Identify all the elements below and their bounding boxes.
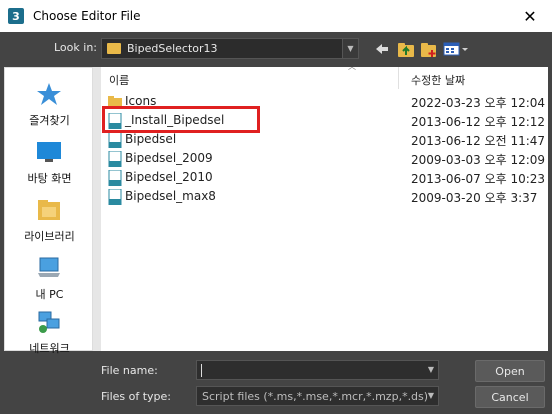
file-name: Bipedsel_2010 [125,170,213,184]
up-folder-icon [398,42,414,57]
file-name: Bipedsel [125,132,177,146]
place-this-pc[interactable]: 내 PC [5,250,94,306]
chevron-down-icon[interactable]: ▼ [428,365,434,374]
mcr-script-icon [108,151,122,167]
look-in-label: Look in: [54,41,97,54]
mcr-script-icon [108,170,122,186]
new-folder-button[interactable] [420,40,438,58]
file-date: 2013-06-12 오전 11:47 [411,134,546,148]
place-label: 즐겨찾기 [29,114,70,127]
place-label: 네트워크 [29,342,70,355]
back-arrow-icon [376,44,388,54]
column-header-date[interactable]: 수정한 날짜 [411,72,465,88]
files-of-type-label: Files of type: [101,390,172,403]
file-name: Bipedsel_max8 [125,189,216,203]
list-item[interactable]: Bipedsel_2010 2013-06-07 오후 10:23 [101,168,548,187]
up-folder-button[interactable] [397,40,415,58]
file-name-field[interactable]: ▼ [196,360,439,380]
title-bar: 3 Choose Editor File ✕ [0,0,552,32]
text-caret [201,363,202,377]
file-date: 2013-06-12 오후 12:12 [411,115,546,129]
place-label: 바탕 화면 [27,172,72,185]
app-icon: 3 [8,8,24,24]
chevron-down-icon[interactable]: ▼ [342,39,358,58]
list-item[interactable]: Bipedsel_2009 2009-03-03 오후 12:09 [101,149,548,168]
view-grid-icon [443,42,468,56]
place-label: 라이브러리 [24,230,75,243]
network-icon [38,311,60,333]
place-label: 내 PC [35,288,64,301]
back-button[interactable] [375,40,389,58]
files-of-type-value: Script files (*.ms,*.mse,*.mcr,*.mzp,*.d… [202,389,429,403]
close-button[interactable]: ✕ [508,0,552,32]
mcr-script-icon [108,189,122,205]
file-name-label: File name: [101,364,158,377]
window-title: Choose Editor File [33,9,141,23]
list-item[interactable]: Bipedsel_max8 2009-03-20 오후 3:37 [101,187,548,206]
highlight-box [102,106,260,133]
view-menu-button[interactable] [443,40,469,58]
file-date: 2009-03-20 오후 3:37 [411,191,538,205]
library-icon [38,200,60,220]
column-divider[interactable] [398,67,399,89]
file-date: 2013-06-07 오후 10:23 [411,172,546,186]
file-date: 2022-03-23 오후 12:04 [411,96,546,110]
mcr-script-icon [108,132,122,148]
places-sidebar: 즐겨찾기 바탕 화면 라이브러리 내 PC 네트워크 [4,67,94,355]
star-icon [37,83,61,105]
place-libraries[interactable]: 라이브러리 [5,192,94,248]
open-button[interactable]: Open [475,360,545,382]
computer-icon [38,257,60,277]
column-header-name[interactable]: 이름 [109,72,129,88]
place-network[interactable]: 네트워크 [5,304,94,360]
file-date: 2009-03-03 오후 12:09 [411,153,546,167]
sort-caret-icon: ︿ [348,62,356,71]
files-of-type-select[interactable]: Script files (*.ms,*.mse,*.mcr,*.mzp,*.d… [196,386,439,406]
cancel-button[interactable]: Cancel [475,386,545,408]
look-in-value: BipedSelector13 [127,42,218,55]
file-name: Bipedsel_2009 [125,151,213,165]
folder-icon [107,43,121,54]
look-in-combo[interactable]: BipedSelector13 ▼ [101,38,359,59]
places-scrollbar[interactable] [93,67,101,351]
new-folder-icon [421,42,436,57]
place-desktop[interactable]: 바탕 화면 [5,134,94,190]
desktop-icon [37,142,61,162]
place-favorites[interactable]: 즐겨찾기 [5,76,94,132]
chevron-down-icon[interactable]: ▼ [428,391,434,400]
